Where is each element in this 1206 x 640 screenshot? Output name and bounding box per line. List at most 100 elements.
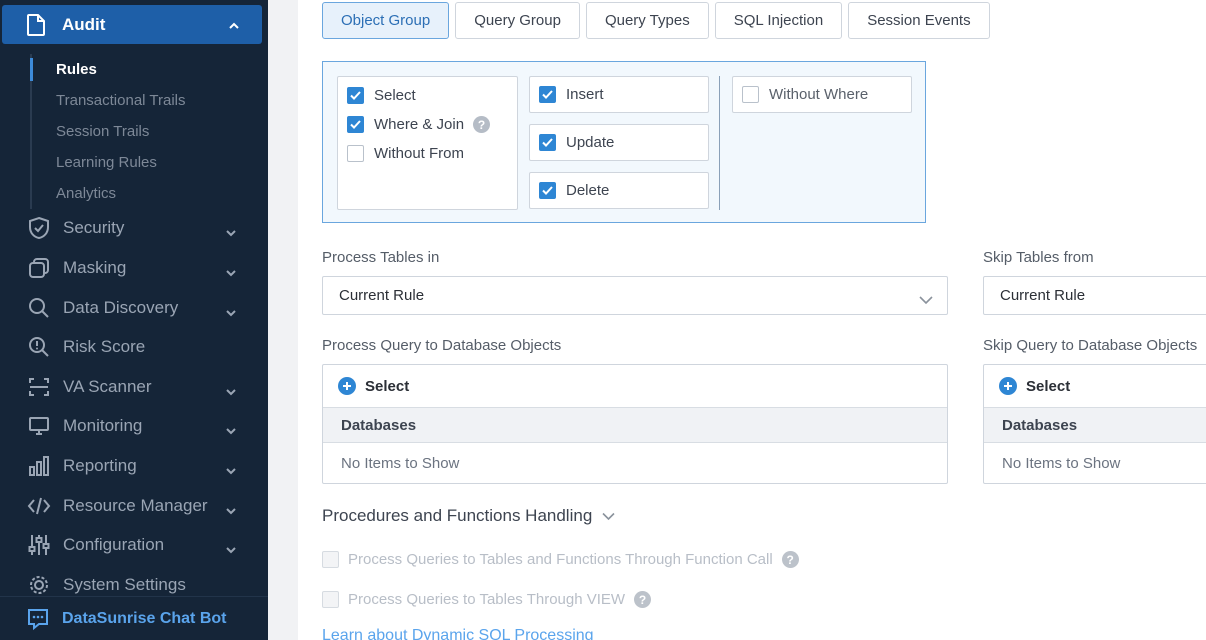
delete-checkbox-row[interactable]: Delete [529, 172, 709, 209]
insert-checkbox-row[interactable]: Insert [529, 76, 709, 113]
process-query-box: Select Databases No Items to Show [322, 364, 948, 484]
nav-resource-manager[interactable]: Resource Manager [0, 486, 268, 526]
help-icon[interactable]: ? [634, 591, 652, 608]
skip-tables-select[interactable]: Current Rule [983, 276, 1206, 315]
search-icon [26, 295, 52, 321]
insert-checkbox[interactable] [539, 86, 556, 103]
subnav-item-analytics[interactable]: Analytics [32, 178, 262, 209]
select-label: Select [374, 87, 416, 104]
function-call-option[interactable]: Process Queries to Tables and Functions … [322, 551, 799, 568]
dynamic-sql-link[interactable]: Learn about Dynamic SQL Processing [322, 627, 594, 640]
shield-icon [26, 215, 52, 241]
nav-risk-score[interactable]: Risk Score [0, 327, 268, 367]
view-checkbox[interactable] [322, 591, 339, 608]
bar-chart-icon [26, 453, 52, 479]
function-call-label: Process Queries to Tables and Functions … [348, 551, 773, 568]
update-checkbox[interactable] [539, 134, 556, 151]
process-query-select-button[interactable]: Select [323, 365, 947, 408]
nav-monitoring[interactable]: Monitoring [0, 406, 268, 446]
skip-query-select-button[interactable]: Select [984, 365, 1206, 408]
plus-circle-icon [999, 377, 1017, 395]
without-from-label: Without From [374, 145, 465, 162]
nav-va-scanner[interactable]: VA Scanner [0, 367, 268, 407]
chatbot-link[interactable]: DataSunrise Chat Bot [0, 596, 268, 640]
process-query-select-label: Select [365, 377, 410, 395]
delete-checkbox[interactable] [539, 182, 556, 199]
code-icon [26, 493, 52, 519]
tab-sql-injection[interactable]: SQL Injection [714, 2, 843, 39]
process-tables-value: Current Rule [339, 287, 425, 304]
help-icon[interactable]: ? [781, 551, 799, 568]
update-checkbox-row[interactable]: Update [529, 124, 709, 161]
chevron-down-icon [226, 263, 236, 283]
nav-data-discovery[interactable]: Data Discovery [0, 288, 268, 328]
nav-va-scanner-label: VA Scanner [63, 377, 152, 396]
delete-label: Delete [566, 182, 610, 199]
without-where-checkbox[interactable] [742, 86, 759, 103]
subnav-item-session-trails[interactable]: Session Trails [32, 116, 262, 147]
without-where-checkbox-row[interactable]: Without Where [732, 76, 912, 113]
chevron-down-icon [226, 461, 236, 481]
select-checkbox-row[interactable]: Select [338, 81, 517, 110]
skip-tables-label: Skip Tables from [983, 249, 1094, 266]
masking-icon [26, 255, 52, 281]
procedures-section-toggle[interactable]: Procedures and Functions Handling [322, 506, 615, 526]
empty-message: No Items to Show [1002, 454, 1121, 472]
tab-bar: Object Group Query Group Query Types SQL… [322, 2, 990, 39]
scanner-icon [26, 374, 52, 400]
subnav-item-rules[interactable]: Rules [32, 54, 262, 85]
chevron-down-icon [226, 382, 236, 402]
process-tables-select[interactable]: Current Rule [322, 276, 948, 315]
without-where-label: Without Where [769, 86, 869, 103]
monitor-icon [26, 413, 52, 439]
select-group: Select Where & Join ? Without From [337, 76, 518, 210]
nav-data-discovery-label: Data Discovery [63, 298, 179, 317]
where-join-checkbox-row[interactable]: Where & Join ? [338, 110, 517, 139]
view-label: Process Queries to Tables Through VIEW [348, 591, 626, 608]
where-join-checkbox[interactable] [347, 116, 364, 133]
chevron-up-icon [228, 17, 240, 37]
chat-bubble-icon [26, 607, 50, 631]
without-from-checkbox[interactable] [347, 145, 364, 162]
main-content: Object Group Query Group Query Types SQL… [298, 0, 1206, 640]
column-header-databases: Databases [984, 408, 1206, 443]
subnav-item-transactional-trails[interactable]: Transactional Trails [32, 85, 262, 116]
tab-object-group[interactable]: Object Group [322, 2, 450, 39]
without-from-checkbox-row[interactable]: Without From [338, 139, 517, 168]
update-label: Update [566, 134, 615, 151]
active-indicator [30, 58, 33, 81]
nav-system-settings-label: System Settings [63, 575, 186, 594]
tab-query-group[interactable]: Query Group [455, 2, 580, 39]
view-option[interactable]: Process Queries to Tables Through VIEW ? [322, 591, 652, 608]
nav-monitoring-label: Monitoring [63, 416, 143, 435]
chatbot-label: DataSunrise Chat Bot [62, 609, 227, 627]
nav-resource-manager-label: Resource Manager [63, 496, 208, 515]
sidebar: Audit Rules Transactional Trails Session… [0, 0, 268, 640]
nav-reporting[interactable]: Reporting [0, 446, 268, 486]
skip-query-select-label: Select [1026, 377, 1071, 395]
tab-session-events[interactable]: Session Events [848, 2, 990, 39]
skip-tables-value: Current Rule [1000, 287, 1086, 304]
insert-label: Insert [566, 86, 604, 103]
nav-configuration[interactable]: Configuration [0, 525, 268, 565]
chevron-down-icon [226, 540, 236, 560]
gear-icon [26, 572, 52, 598]
nav-security-label: Security [63, 218, 125, 237]
subnav-item-learning-rules[interactable]: Learning Rules [32, 147, 262, 178]
nav-masking[interactable]: Masking [0, 248, 268, 288]
nav-audit[interactable]: Audit [2, 5, 262, 44]
sliders-icon [26, 532, 52, 558]
nav-reporting-label: Reporting [63, 456, 137, 475]
process-query-label: Process Query to Database Objects [322, 337, 562, 354]
help-icon[interactable]: ? [473, 116, 491, 133]
tab-query-types[interactable]: Query Types [585, 2, 709, 39]
skip-query-box: Select Databases No Items to Show [983, 364, 1206, 484]
divider [719, 76, 720, 210]
column-header-databases: Databases [323, 408, 947, 443]
select-checkbox[interactable] [347, 87, 364, 104]
chevron-down-icon [226, 501, 236, 521]
nav-security[interactable]: Security [0, 208, 268, 248]
audit-subnav: Rules Transactional Trails Session Trail… [30, 54, 262, 209]
function-call-checkbox[interactable] [322, 551, 339, 568]
query-types-panel: Select Where & Join ? Without From Inser… [322, 61, 926, 223]
